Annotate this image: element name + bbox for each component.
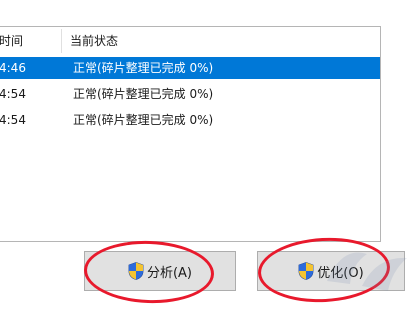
list-header: 时间 当前状态	[0, 27, 380, 55]
optimize-button-label: 优化(O)	[317, 265, 364, 281]
row-status: 正常(碎片整理已完成 0%)	[73, 113, 214, 127]
optimize-button[interactable]: 优化(O)	[257, 251, 405, 291]
list-row[interactable]: 4:54 正常(碎片整理已完成 0%)	[0, 83, 380, 105]
list-row[interactable]: 4:54 正常(碎片整理已完成 0%)	[0, 109, 380, 131]
row-time: 4:54	[0, 113, 26, 127]
column-header-time[interactable]: 时间	[0, 27, 61, 55]
uac-shield-icon	[298, 262, 314, 280]
drive-list-view[interactable]: 时间 当前状态 4:46 正常(碎片整理已完成 0%) 4:54 正常(碎片整理…	[0, 26, 381, 242]
row-time: 4:54	[0, 87, 26, 101]
row-status: 正常(碎片整理已完成 0%)	[73, 87, 214, 101]
analyze-button-label: 分析(A)	[146, 265, 193, 281]
row-time: 4:46	[0, 61, 26, 75]
column-divider[interactable]	[61, 29, 62, 53]
uac-shield-icon	[128, 262, 144, 280]
list-row[interactable]: 4:46 正常(碎片整理已完成 0%)	[0, 57, 380, 79]
analyze-button[interactable]: 分析(A)	[84, 251, 236, 291]
row-status: 正常(碎片整理已完成 0%)	[73, 61, 214, 75]
column-header-status[interactable]: 当前状态	[70, 27, 370, 55]
